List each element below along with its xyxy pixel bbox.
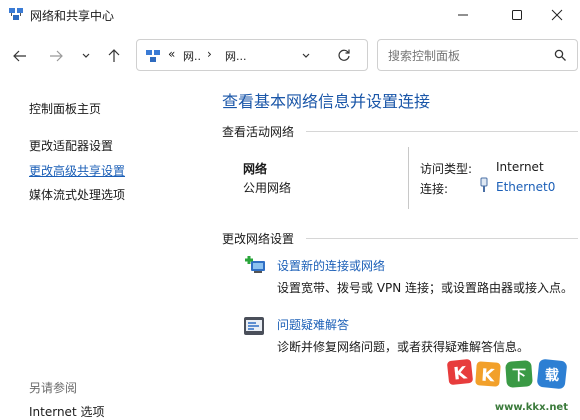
- refresh-icon[interactable]: [337, 48, 351, 62]
- chevron-down-icon[interactable]: [301, 51, 311, 61]
- breadcrumb-item[interactable]: 网...: [225, 48, 247, 64]
- access-type-label: 访问类型:: [420, 162, 473, 176]
- new-connection-icon: [245, 256, 265, 273]
- troubleshoot-link[interactable]: 问题疑难解答: [277, 316, 349, 333]
- network-center-icon: [9, 8, 23, 20]
- watermark-url: www.kkx.net: [494, 402, 568, 413]
- control-panel-home-link[interactable]: 控制面板主页: [29, 100, 101, 117]
- back-button[interactable]: [8, 44, 32, 68]
- svg-text:载: 载: [545, 367, 559, 384]
- network-type: 公用网络: [243, 181, 292, 195]
- section-divider: [306, 131, 578, 132]
- svg-text:K: K: [481, 366, 496, 387]
- ethernet-icon: [480, 177, 488, 192]
- up-button[interactable]: [102, 44, 126, 68]
- close-button[interactable]: [534, 0, 580, 30]
- page-title: 查看基本网络信息并设置连接: [222, 92, 431, 111]
- forward-button[interactable]: [44, 44, 68, 68]
- access-type-value: Internet: [496, 160, 544, 174]
- arrow-left-icon: [13, 50, 26, 62]
- breadcrumb-separator[interactable]: ›: [207, 47, 212, 61]
- arrow-up-icon: [108, 49, 120, 62]
- sidebar-item-advanced-sharing[interactable]: 更改高级共享设置: [29, 162, 125, 179]
- search-icon: [554, 49, 566, 61]
- chevron-down-icon: [82, 53, 90, 58]
- connection-label: 连接:: [420, 182, 449, 196]
- breadcrumb-item[interactable]: 网..: [183, 48, 201, 64]
- recent-locations-button[interactable]: [74, 44, 98, 68]
- ethernet-connection-link[interactable]: Ethernet0: [496, 180, 555, 194]
- close-icon: [551, 9, 563, 21]
- arrow-right-icon: [50, 50, 63, 62]
- svg-text:下: 下: [512, 368, 526, 384]
- search-box[interactable]: [377, 39, 578, 71]
- change-settings-heading: 更改网络设置: [222, 232, 295, 246]
- setup-connection-description: 设置宽带、拨号或 VPN 连接；或设置路由器或接入点。: [277, 281, 574, 295]
- minimize-button[interactable]: [440, 0, 486, 30]
- sidebar-item-adapter-settings[interactable]: 更改适配器设置: [29, 137, 113, 154]
- setup-connection-link[interactable]: 设置新的连接或网络: [277, 257, 385, 274]
- network-name: 网络: [243, 162, 268, 176]
- active-networks-heading: 查看活动网络: [222, 125, 295, 139]
- section-divider: [306, 238, 578, 239]
- troubleshoot-description: 诊断并修复网络问题，或者获得疑难解答信息。: [277, 340, 530, 354]
- sidebar-item-media-streaming[interactable]: 媒体流式处理选项: [29, 186, 125, 203]
- network-center-icon: [146, 50, 160, 62]
- search-input[interactable]: [386, 46, 550, 66]
- address-bar[interactable]: « 网.. › 网...: [136, 39, 368, 71]
- troubleshoot-icon: [244, 317, 264, 335]
- window-title: 网络和共享中心: [30, 9, 115, 23]
- internet-options-link[interactable]: Internet 选项: [29, 403, 104, 420]
- maximize-icon: [512, 10, 522, 20]
- breadcrumb-overflow[interactable]: «: [168, 47, 175, 61]
- watermark-logo: K K 下 载 www.kkx.net: [444, 358, 574, 413]
- see-also-heading: 另请参阅: [29, 381, 78, 395]
- column-divider: [408, 147, 409, 209]
- minimize-icon: [458, 14, 468, 16]
